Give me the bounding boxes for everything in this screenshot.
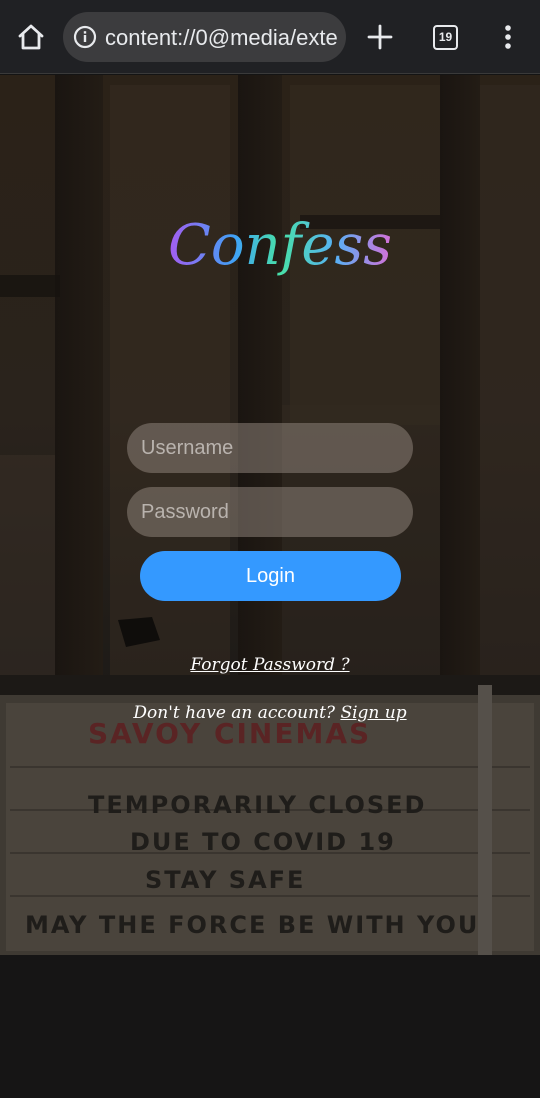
forgot-password-link[interactable]: Forgot Password ? [0,655,540,675]
app-logo: Confess [160,190,392,290]
username-input[interactable] [127,423,413,473]
logo-text: Confess [168,213,390,278]
login-button[interactable]: Login [140,551,401,601]
tab-switcher-icon[interactable]: 19 [433,25,458,50]
signup-link[interactable]: Sign up [340,703,406,723]
marquee-line: STAY SAFE [145,866,305,894]
tab-count: 19 [438,30,453,44]
home-icon[interactable] [14,21,48,53]
plus-icon[interactable] [366,23,394,51]
marquee-line: MAY THE FORCE BE WITH YOU [25,911,479,939]
more-vert-icon[interactable] [500,23,516,51]
signup-prompt-row: Don't have an account? Sign up [0,703,540,723]
marquee-line: TEMPORARILY CLOSED [88,791,426,819]
url-text[interactable]: content://0@media/external/file/... [105,25,337,51]
info-icon[interactable] [73,25,97,49]
signup-prompt-text: Don't have an account? [133,703,341,723]
password-input[interactable] [127,487,413,537]
browser-toolbar: content://0@media/external/file/... 19 [0,0,540,74]
marquee-line: DUE TO COVID 19 [130,828,396,856]
url-bar[interactable]: content://0@media/external/file/... [63,12,346,62]
